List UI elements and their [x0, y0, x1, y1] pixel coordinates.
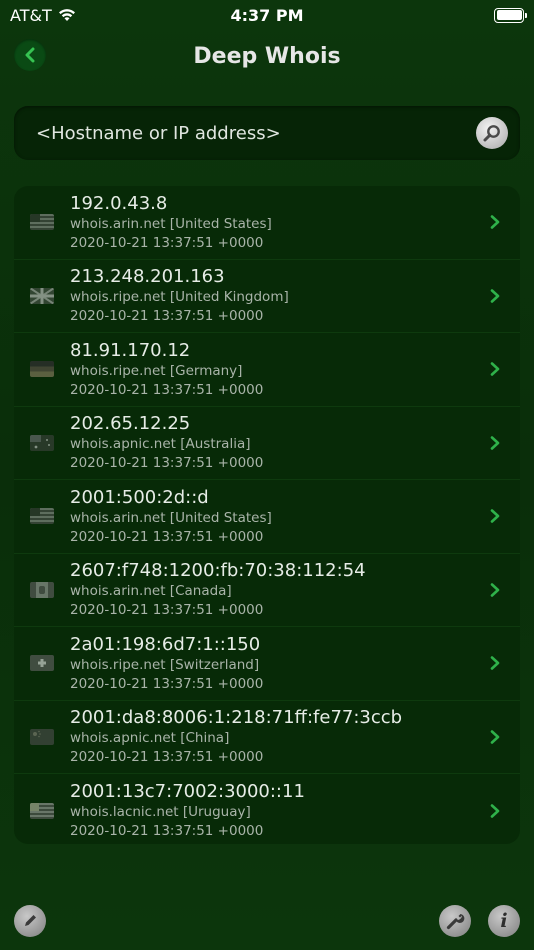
row-server: whois.ripe.net [Switzerland] [70, 656, 260, 673]
row-date: 2020-10-21 13:37:51 +0000 [70, 455, 264, 472]
back-button[interactable] [14, 39, 46, 71]
info-icon: i [500, 910, 508, 932]
row-date: 2020-10-21 13:37:51 +0000 [70, 528, 264, 545]
row-server: whois.ripe.net [United Kingdom] [70, 289, 289, 306]
flag-us-icon [30, 508, 54, 525]
row-ip: 81.91.170.12 [70, 339, 191, 361]
chevron-right-icon [490, 435, 500, 450]
row-ip: 2607:f748:1200:fb:70:38:112:54 [70, 560, 366, 582]
row-ip: 2a01:198:6d7:1::150 [70, 633, 261, 655]
row-date: 2020-10-21 13:37:51 +0000 [70, 602, 264, 619]
row-text: 202.65.12.25 whois.apnic.net [Australia]… [70, 413, 488, 472]
battery-fill [496, 10, 522, 20]
row-ip: 202.65.12.25 [70, 413, 191, 435]
chevron-right-icon [490, 509, 500, 524]
wifi-icon [58, 9, 75, 21]
search-button[interactable] [476, 117, 508, 149]
flag-uk-icon [30, 287, 54, 304]
list-item[interactable]: 2607:f748:1200:fb:70:38:112:54 whois.ari… [14, 554, 520, 627]
carrier-label: AT&T [10, 5, 52, 25]
row-date: 2020-10-21 13:37:51 +0000 [70, 749, 264, 766]
chevron-right-icon [490, 656, 500, 671]
chevron-right-icon [490, 582, 500, 597]
row-date: 2020-10-21 13:37:51 +0000 [70, 823, 264, 840]
chevron-right-icon [490, 362, 500, 377]
list-item[interactable]: 202.65.12.25 whois.apnic.net [Australia]… [14, 407, 520, 480]
row-ip: 2001:500:2d::d [70, 486, 209, 508]
flag-us-icon [30, 214, 54, 231]
flag-au-icon [30, 434, 54, 451]
row-server: whois.arin.net [Canada] [70, 583, 232, 600]
row-server: whois.apnic.net [Australia] [70, 436, 251, 453]
list-item[interactable]: 81.91.170.12 whois.ripe.net [Germany] 20… [14, 333, 520, 407]
whois-history-list: 192.0.43.8 whois.arin.net [United States… [14, 186, 520, 844]
row-server: whois.ripe.net [Germany] [70, 362, 243, 379]
row-ip: 213.248.201.163 [70, 266, 225, 288]
tools-button[interactable] [439, 905, 471, 937]
row-text: 2a01:198:6d7:1::150 whois.ripe.net [Swit… [70, 634, 488, 693]
flag-cn-icon [30, 728, 54, 745]
row-date: 2020-10-21 13:37:51 +0000 [70, 234, 264, 251]
nav-bar: Deep Whois [0, 30, 534, 82]
row-server: whois.lacnic.net [Uruguay] [70, 804, 251, 821]
row-text: 213.248.201.163 whois.ripe.net [United K… [70, 266, 488, 325]
search-icon [483, 125, 500, 142]
edit-button[interactable] [14, 905, 46, 937]
status-bar: AT&T 4:37 PM [0, 0, 534, 30]
row-text: 192.0.43.8 whois.arin.net [United States… [70, 193, 488, 252]
row-server: whois.arin.net [United States] [70, 215, 272, 232]
list-item[interactable]: 192.0.43.8 whois.arin.net [United States… [14, 186, 520, 260]
row-text: 2001:13c7:7002:3000::11 whois.lacnic.net… [70, 781, 488, 840]
bottom-toolbar: i [0, 900, 534, 944]
search-bar [14, 106, 520, 160]
flag-uy-icon [30, 802, 54, 819]
status-time: 4:37 PM [230, 5, 304, 25]
flag-ca-icon [30, 581, 54, 598]
chevron-right-icon [490, 215, 500, 230]
row-ip: 2001:da8:8006:1:218:71ff:fe77:3ccb [70, 707, 403, 729]
row-ip: 192.0.43.8 [70, 192, 168, 214]
row-text: 2001:da8:8006:1:218:71ff:fe77:3ccb whois… [70, 707, 488, 766]
row-text: 81.91.170.12 whois.ripe.net [Germany] 20… [70, 340, 488, 399]
row-text: 2001:500:2d::d whois.arin.net [United St… [70, 487, 488, 546]
list-item[interactable]: 2001:13c7:7002:3000::11 whois.lacnic.net… [14, 774, 520, 844]
row-date: 2020-10-21 13:37:51 +0000 [70, 675, 264, 692]
search-input[interactable] [36, 122, 476, 144]
row-ip: 2001:13c7:7002:3000::11 [70, 781, 305, 803]
row-date: 2020-10-21 13:37:51 +0000 [70, 381, 264, 398]
list-item[interactable]: 2a01:198:6d7:1::150 whois.ripe.net [Swit… [14, 627, 520, 701]
list-item[interactable]: 2001:da8:8006:1:218:71ff:fe77:3ccb whois… [14, 701, 520, 774]
list-item[interactable]: 2001:500:2d::d whois.arin.net [United St… [14, 480, 520, 554]
row-text: 2607:f748:1200:fb:70:38:112:54 whois.ari… [70, 560, 488, 619]
chevron-right-icon [490, 803, 500, 818]
flag-ch-icon [30, 655, 54, 672]
pencil-icon [25, 915, 36, 926]
list-item[interactable]: 213.248.201.163 whois.ripe.net [United K… [14, 260, 520, 333]
row-server: whois.apnic.net [China] [70, 730, 230, 747]
flag-de-icon [30, 361, 54, 378]
chevron-right-icon [490, 288, 500, 303]
row-server: whois.arin.net [United States] [70, 509, 272, 526]
info-button[interactable]: i [488, 905, 520, 937]
chevron-left-icon [25, 47, 35, 63]
page-title: Deep Whois [193, 43, 341, 69]
chevron-right-icon [490, 729, 500, 744]
status-left: AT&T [10, 6, 76, 25]
row-date: 2020-10-21 13:37:51 +0000 [70, 308, 264, 325]
wrench-icon [446, 914, 465, 930]
battery-icon [494, 7, 527, 23]
